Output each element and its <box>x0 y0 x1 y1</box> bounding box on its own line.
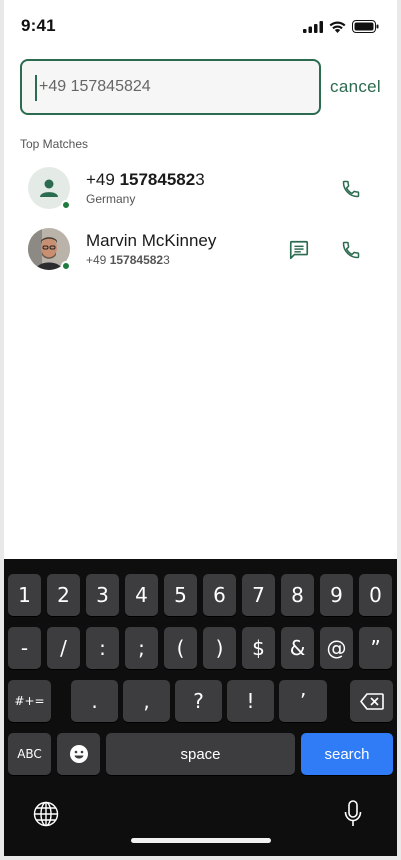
key-3[interactable]: 3 <box>86 574 119 616</box>
key-1[interactable]: 1 <box>8 574 41 616</box>
match-title: Marvin McKinney <box>86 231 216 251</box>
key-ampersand[interactable]: & <box>281 627 314 669</box>
key-colon[interactable]: : <box>86 627 119 669</box>
title-prefix: +49 <box>86 170 120 189</box>
call-button[interactable] <box>338 176 364 202</box>
key-open-paren[interactable]: ( <box>164 627 197 669</box>
key-2[interactable]: 2 <box>47 574 80 616</box>
key-close-paren[interactable]: ) <box>203 627 236 669</box>
globe-icon <box>33 801 59 827</box>
match-subtitle: +49 157845823 <box>86 253 170 267</box>
call-button[interactable] <box>338 237 364 263</box>
wifi-icon <box>329 21 346 33</box>
subtitle-prefix: Germany <box>86 192 136 206</box>
key-at[interactable]: @ <box>320 627 353 669</box>
cancel-button[interactable]: cancel <box>330 77 381 97</box>
key-comma[interactable]: , <box>123 680 170 722</box>
search-key[interactable]: search <box>301 733 393 775</box>
avatar <box>28 228 71 271</box>
online-status-dot <box>61 261 71 271</box>
emoji-key[interactable] <box>57 733 100 775</box>
emoji-icon <box>69 745 88 763</box>
key-apostrophe[interactable]: ’ <box>279 680 327 722</box>
search-input[interactable] <box>39 61 309 113</box>
status-bar: 9:41 <box>4 0 397 50</box>
subtitle-prefix: +49 <box>86 253 110 267</box>
message-icon <box>289 240 309 260</box>
key-more-symbols[interactable]: #+= <box>8 680 51 722</box>
key-quote[interactable]: ” <box>359 627 392 669</box>
space-key[interactable]: space <box>106 733 295 775</box>
key-9[interactable]: 9 <box>320 574 353 616</box>
globe-button[interactable] <box>31 799 61 829</box>
match-subtitle: Germany <box>86 192 135 206</box>
section-title: Top Matches <box>20 137 89 151</box>
microphone-icon <box>344 800 362 826</box>
key-0[interactable]: 0 <box>359 574 392 616</box>
search-row: cancel <box>20 59 397 115</box>
key-hyphen[interactable]: - <box>8 627 41 669</box>
backspace-key[interactable] <box>350 680 393 722</box>
match-row-number[interactable]: +49 157845823 Germany <box>4 158 397 218</box>
message-button[interactable] <box>286 237 312 263</box>
key-semicolon[interactable]: ; <box>125 627 158 669</box>
key-5[interactable]: 5 <box>164 574 197 616</box>
signal-icon <box>303 20 323 33</box>
key-4[interactable]: 4 <box>125 574 158 616</box>
person-icon <box>40 179 58 197</box>
key-6[interactable]: 6 <box>203 574 236 616</box>
match-title: +49 157845823 <box>86 170 205 190</box>
avatar <box>28 167 71 210</box>
battery-icon <box>352 20 379 33</box>
backspace-icon <box>359 692 384 710</box>
subtitle-suffix: 3 <box>163 253 170 267</box>
phone-icon <box>342 180 360 198</box>
key-exclamation[interactable]: ! <box>227 680 274 722</box>
home-indicator <box>131 838 271 843</box>
match-row-contact[interactable]: Marvin McKinney +49 157845823 <box>4 219 397 279</box>
status-icons <box>303 20 379 33</box>
key-7[interactable]: 7 <box>242 574 275 616</box>
key-slash[interactable]: / <box>47 627 80 669</box>
key-abc[interactable]: ABC <box>8 733 51 775</box>
search-box[interactable] <box>20 59 321 115</box>
title-highlight: 15784582 <box>119 170 196 189</box>
key-8[interactable]: 8 <box>281 574 314 616</box>
key-period[interactable]: . <box>71 680 118 722</box>
keyboard: 1 2 3 4 5 6 7 8 9 0 - / : ; ( ) $ & @ ” … <box>4 559 397 856</box>
phone-screen: 9:41 cancel Top M <box>4 0 397 856</box>
title-suffix: 3 <box>195 170 205 189</box>
status-time: 9:41 <box>21 16 56 35</box>
key-question[interactable]: ? <box>175 680 222 722</box>
subtitle-highlight: 15784582 <box>109 253 164 267</box>
phone-icon <box>342 241 360 259</box>
title-prefix: Marvin McKinney <box>86 231 217 250</box>
key-dollar[interactable]: $ <box>242 627 275 669</box>
online-status-dot <box>61 200 71 210</box>
dictation-button[interactable] <box>340 799 366 829</box>
text-caret <box>35 75 37 101</box>
